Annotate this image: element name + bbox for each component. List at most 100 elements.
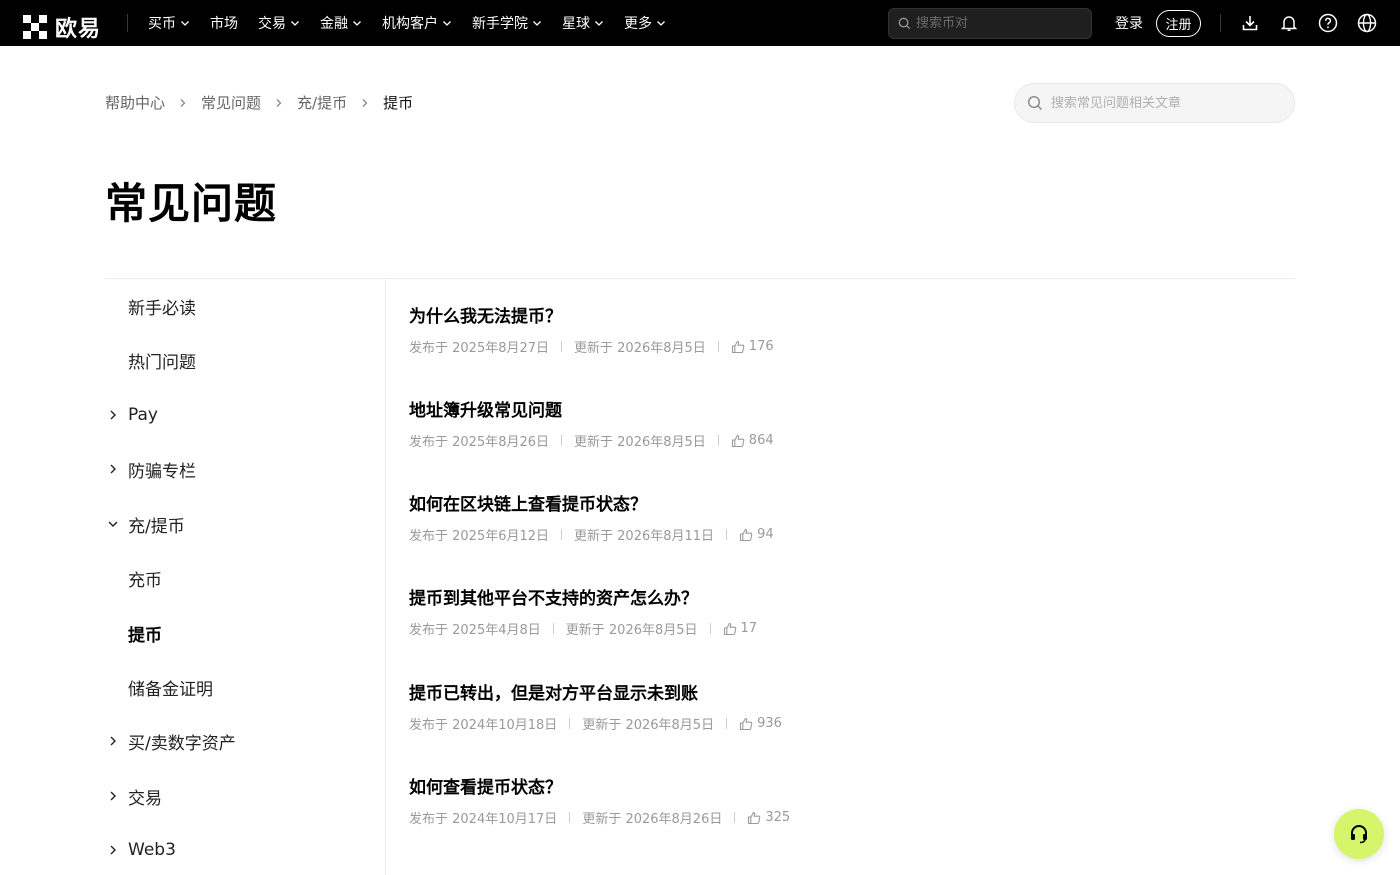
chevron-right-icon: [362, 98, 368, 107]
sidebar-item-label: Pay: [128, 405, 158, 425]
article-updated: 更新于 2026年8月5日: [574, 341, 706, 356]
nav-item-planet[interactable]: 星球: [562, 13, 604, 33]
article-title[interactable]: 如何在区块链上查看提币状态？: [409, 490, 1209, 515]
article-item: 提币已转出，但是对方平台显示未到账 发布于 2024年10月18日 更新于 20…: [409, 679, 1209, 733]
sidebar-item-label: 交易: [128, 788, 162, 809]
chevron-right-icon: [180, 98, 186, 107]
chevron-right-icon: [110, 464, 116, 474]
meta-divider: [561, 341, 563, 352]
article-title[interactable]: 如何查看提币状态？: [409, 773, 1209, 798]
page-title: 常见问题: [105, 179, 278, 228]
chevron-down-icon: [443, 21, 451, 26]
nav-menu: 买币 市场 交易 金融 机构客户 新手学院 星球 更多: [148, 0, 686, 46]
login-link[interactable]: 登录: [1115, 13, 1143, 33]
article-meta: 发布于 2025年6月12日 更新于 2026年8月11日 94: [409, 525, 1209, 544]
chevron-right-icon: [110, 736, 116, 746]
article-item: 提币到其他平台不支持的资产怎么办？ 发布于 2025年4月8日 更新于 2026…: [409, 584, 1209, 638]
article-updated: 更新于 2026年8月11日: [574, 529, 715, 544]
register-button[interactable]: 注册: [1156, 10, 1201, 37]
sidebar-item-label: 充币: [128, 570, 162, 591]
bell-icon[interactable]: [1278, 12, 1300, 34]
nav-item-buy[interactable]: 买币: [148, 13, 190, 33]
sidebar-item-label: 买/卖数字资产: [128, 733, 236, 754]
faq-search-input[interactable]: [1051, 95, 1281, 111]
nav-item-label: 更多: [624, 16, 652, 32]
article-published: 发布于 2025年8月26日: [409, 435, 550, 450]
article-title[interactable]: 地址簿升级常见问题: [409, 396, 1209, 421]
faq-search-box: [1014, 83, 1295, 123]
meta-divider: [717, 435, 719, 446]
sidebar-item-label: 储备金证明: [128, 679, 213, 700]
nav-item-academy[interactable]: 新手学院: [472, 13, 542, 33]
thumbs-up-icon: [731, 434, 745, 447]
article-updated: 更新于 2026年8月26日: [582, 812, 723, 827]
article-likes: 176: [748, 339, 774, 354]
meta-divider: [717, 341, 719, 352]
nav-item-label: 交易: [258, 16, 286, 32]
nav-item-label: 市场: [210, 16, 238, 32]
meta-divider: [561, 529, 563, 540]
divider: [385, 279, 386, 875]
meta-divider: [561, 435, 563, 446]
pair-search-input[interactable]: [916, 16, 1086, 31]
brand-name: 欧易: [55, 17, 102, 42]
breadcrumb-faq[interactable]: 常见问题: [201, 92, 261, 113]
meta-divider: [569, 718, 571, 729]
sidebar-item-label: 新手必读: [128, 298, 196, 319]
thumbs-up-icon: [723, 622, 736, 635]
chevron-right-icon: [110, 410, 116, 420]
brand-logo[interactable]: 欧易: [23, 11, 101, 43]
meta-divider: [734, 812, 736, 823]
nav-item-trade[interactable]: 交易: [258, 13, 300, 33]
article-item: 如何在区块链上查看提币状态？ 发布于 2025年6月12日 更新于 2026年8…: [409, 490, 1209, 544]
meta-divider: [726, 718, 728, 729]
nav-divider: [1220, 14, 1221, 32]
article-title[interactable]: 提币到其他平台不支持的资产怎么办？: [409, 584, 1209, 609]
chevron-down-icon: [657, 21, 665, 26]
nav-item-institutional[interactable]: 机构客户: [382, 13, 452, 33]
chevron-right-icon: [110, 791, 116, 801]
nav-item-market[interactable]: 市场: [210, 13, 238, 33]
headset-icon: [1351, 825, 1367, 844]
article-updated: 更新于 2026年8月5日: [565, 623, 698, 638]
article-meta: 发布于 2024年10月18日 更新于 2026年8月5日 936: [409, 714, 1209, 733]
chevron-right-icon: [110, 845, 116, 855]
thumbs-up-icon: [740, 717, 753, 730]
nav-item-label: 买币: [148, 16, 176, 32]
chevron-down-icon: [181, 21, 189, 26]
article-likes: 17: [740, 621, 758, 636]
nav-item-finance[interactable]: 金融: [320, 13, 362, 33]
article-likes: 936: [757, 716, 782, 731]
article-likes: 325: [765, 810, 791, 825]
breadcrumb-help-center[interactable]: 帮助中心: [105, 92, 165, 113]
article-published: 发布于 2024年10月17日: [409, 812, 558, 827]
thumbs-up-icon: [748, 811, 761, 824]
chevron-down-icon: [595, 21, 603, 26]
sidebar-item-label: 防骗专栏: [128, 461, 196, 482]
article-title[interactable]: 提币已转出，但是对方平台显示未到账: [409, 679, 1209, 704]
divider: [105, 278, 1295, 279]
article-likes: 864: [748, 433, 774, 448]
help-icon[interactable]: [1317, 12, 1339, 34]
meta-divider: [726, 529, 728, 540]
chevron-down-icon: [291, 21, 299, 26]
meta-divider: [552, 623, 554, 634]
article-item: 如何查看提币状态？ 发布于 2024年10月17日 更新于 2026年8月26日…: [409, 773, 1209, 827]
article-meta: 发布于 2024年10月17日 更新于 2026年8月26日 325: [409, 808, 1209, 827]
nav-item-label: 新手学院: [472, 16, 528, 32]
nav-item-label: 金融: [320, 16, 348, 32]
download-icon[interactable]: [1239, 12, 1261, 34]
chevron-down-icon: [533, 21, 541, 26]
top-navbar: 欧易 买币 市场 交易 金融 机构客户 新手学院 星球 更多 登录 注册: [0, 0, 1400, 46]
support-chat-button[interactable]: [1334, 809, 1384, 859]
logo-mark-icon: [23, 15, 47, 39]
nav-item-more[interactable]: 更多: [624, 13, 666, 33]
article-meta: 发布于 2025年8月27日 更新于 2026年8月5日 176: [409, 337, 1209, 356]
article-meta: 发布于 2025年8月26日 更新于 2026年8月5日 864: [409, 431, 1209, 450]
sidebar-item-label: 充/提币: [128, 516, 185, 537]
article-title[interactable]: 为什么我无法提币？: [409, 302, 1209, 327]
globe-icon[interactable]: [1356, 12, 1378, 34]
breadcrumb: 帮助中心 常见问题 充/提币 提币: [105, 92, 413, 113]
breadcrumb-deposit-withdraw[interactable]: 充/提币: [297, 92, 347, 113]
breadcrumb-withdraw: 提币: [383, 94, 414, 112]
